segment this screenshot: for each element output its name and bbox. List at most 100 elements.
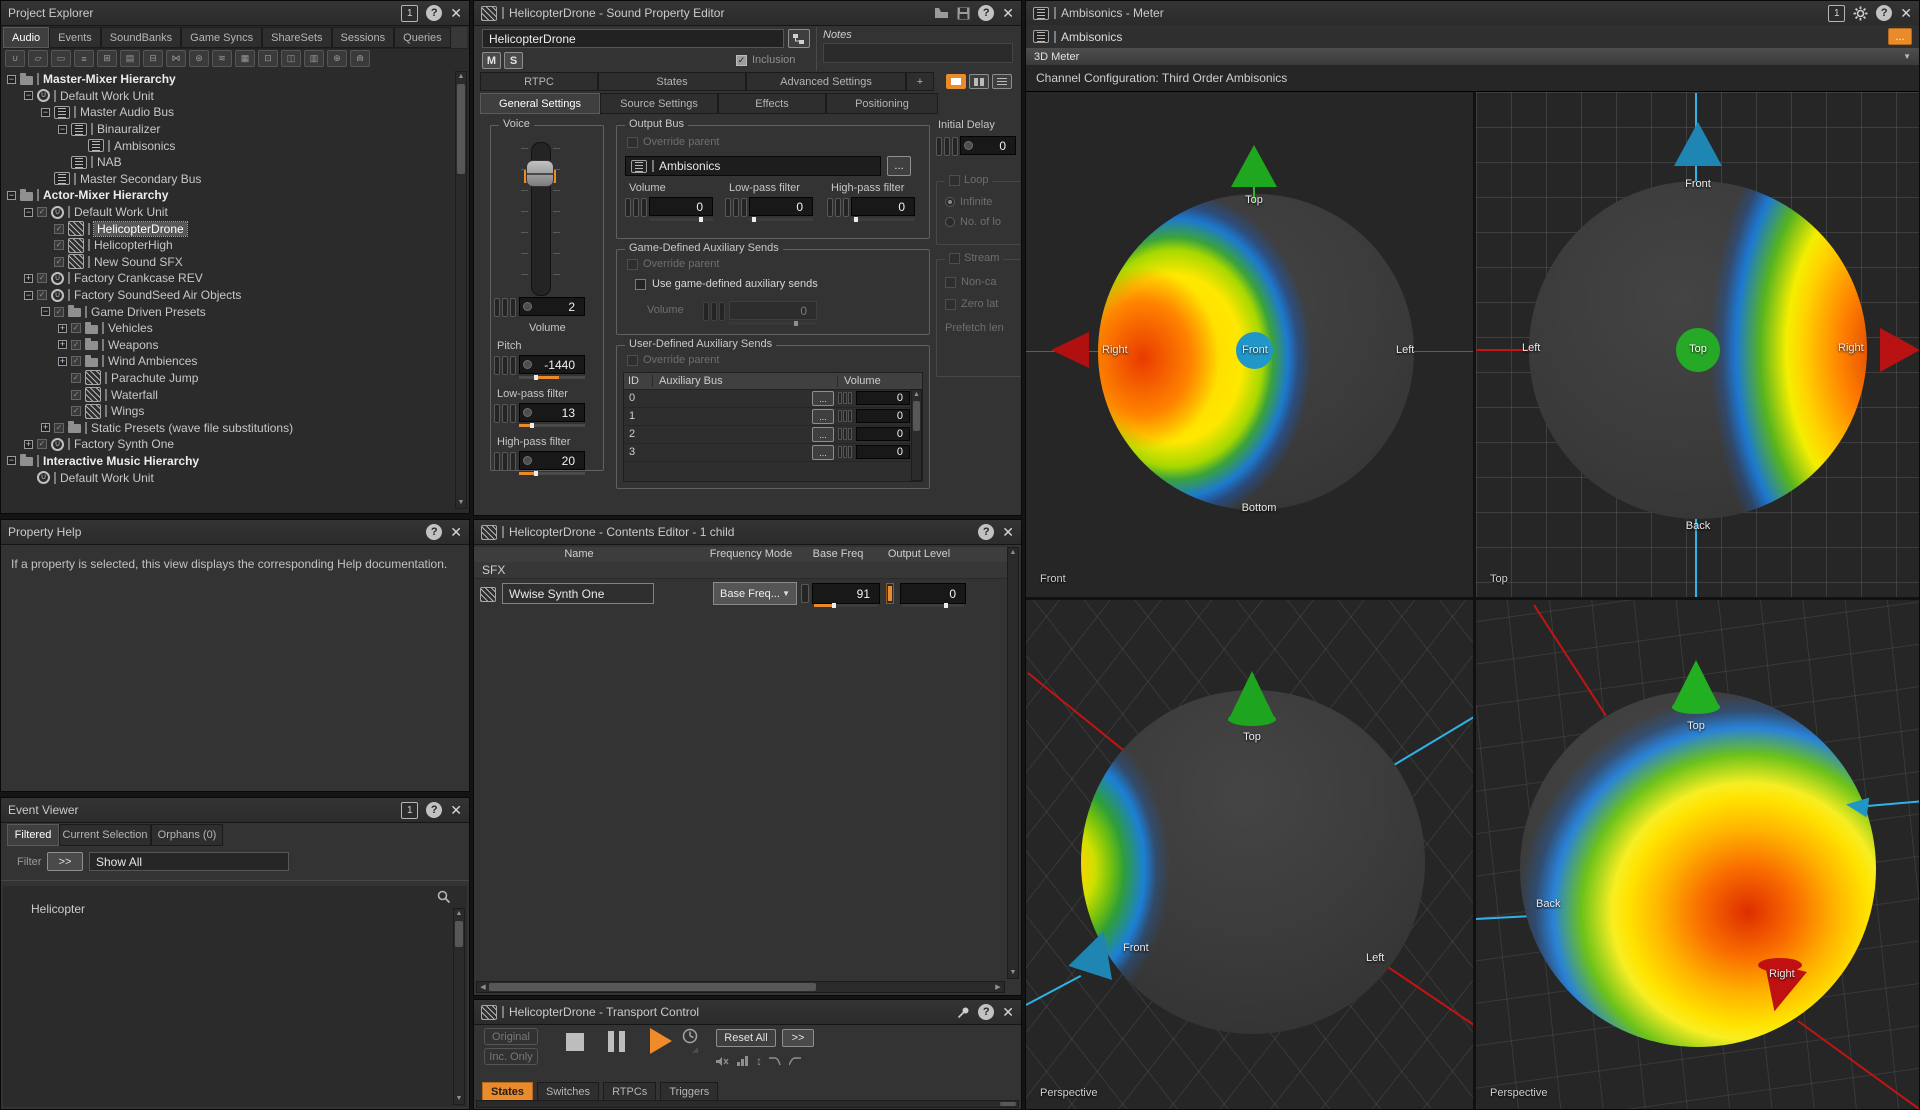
- tab-rtpcs[interactable]: RTPCs: [603, 1082, 656, 1101]
- tab-advanced-settings[interactable]: Advanced Settings: [746, 72, 906, 91]
- close-icon[interactable]: ✕: [1002, 525, 1014, 539]
- tab-current-selection[interactable]: Current Selection: [59, 824, 151, 846]
- column-header-base-freq[interactable]: Base Freq: [813, 548, 864, 560]
- tree-item[interactable]: −Actor-Mixer Hierarchy: [3, 187, 455, 204]
- original-button[interactable]: Original: [484, 1028, 538, 1045]
- stop-button[interactable]: [566, 1033, 584, 1051]
- bus-browse-button[interactable]: ...: [887, 156, 911, 176]
- tree-item[interactable]: −Interactive Music Hierarchy: [3, 453, 455, 470]
- column-header-frequency-mode[interactable]: Frequency Mode: [710, 548, 793, 560]
- bus-lpf-sliders-icon[interactable]: [725, 198, 747, 217]
- search-icon[interactable]: [437, 890, 451, 904]
- bus-volume-sliders-icon[interactable]: [625, 198, 647, 217]
- aux-table-scrollbar[interactable]: ▲: [911, 389, 922, 481]
- tab-soundbanks[interactable]: SoundBanks: [101, 27, 181, 48]
- level-bars-icon[interactable]: [737, 1056, 749, 1066]
- gear-icon[interactable]: [1853, 6, 1868, 21]
- inclusion-checkbox[interactable]: ✓: [37, 273, 47, 283]
- tree-item[interactable]: ✓HelicopterDrone: [3, 220, 455, 237]
- base-freq-sliders-icon[interactable]: [801, 584, 809, 603]
- initial-delay-field[interactable]: 0: [960, 136, 1016, 155]
- inclusion-checkbox[interactable]: ✓: [37, 439, 47, 449]
- open-folder-icon[interactable]: [934, 7, 949, 19]
- pitch-field[interactable]: -1440: [519, 355, 585, 374]
- meter-perspective-left-view[interactable]: Top Front Left Perspective: [1026, 600, 1473, 1110]
- inclusion-checkbox[interactable]: ✓: [71, 356, 81, 366]
- dialogue-icon[interactable]: ◫: [281, 50, 301, 67]
- lpf-field[interactable]: 13: [519, 403, 585, 422]
- collapse-icon[interactable]: −: [24, 291, 33, 300]
- infinite-radio[interactable]: [945, 197, 955, 207]
- sequence-icon[interactable]: ≋: [212, 50, 232, 67]
- aux-volume-sliders-icon[interactable]: [838, 446, 852, 458]
- collapse-icon[interactable]: −: [7, 191, 16, 200]
- expand-icon[interactable]: +: [58, 340, 67, 349]
- inclusion-checkbox[interactable]: ✓: [54, 224, 64, 234]
- inclusion-checkbox[interactable]: ✓: [54, 423, 64, 433]
- aux-browse-button[interactable]: ...: [812, 445, 834, 460]
- loop-count-radio[interactable]: [945, 217, 955, 227]
- output-level-field[interactable]: 0: [900, 583, 966, 604]
- aux-browse-button[interactable]: ...: [812, 409, 834, 424]
- help-icon[interactable]: ?: [978, 524, 994, 540]
- help-icon[interactable]: ?: [1876, 5, 1892, 21]
- meter-browse-button[interactable]: ...: [1888, 28, 1912, 45]
- contents-v-scrollbar[interactable]: ▲ ▼: [1007, 547, 1019, 979]
- inclusion-checkbox[interactable]: ✓: [71, 406, 81, 416]
- collapse-icon[interactable]: −: [58, 125, 67, 134]
- pitch-range-icon[interactable]: ↕: [756, 1054, 762, 1068]
- save-icon[interactable]: [957, 7, 970, 20]
- tree-scrollbar[interactable]: ▲ ▼: [455, 71, 467, 509]
- col-volume[interactable]: Volume: [838, 375, 922, 387]
- meter-perspective-right-view[interactable]: Top Back Right Perspective: [1476, 600, 1920, 1110]
- matrix-icon[interactable]: ⊕: [327, 50, 347, 67]
- collapse-icon[interactable]: −: [41, 108, 50, 117]
- layout-single-button[interactable]: [946, 74, 966, 89]
- mute-button[interactable]: M: [482, 52, 501, 69]
- mixer-icon[interactable]: ≡: [74, 50, 94, 67]
- close-icon[interactable]: ✕: [1002, 6, 1014, 20]
- collapse-icon[interactable]: −: [24, 208, 33, 217]
- highpass-curve-icon[interactable]: [789, 1056, 802, 1066]
- help-icon[interactable]: ?: [426, 5, 442, 21]
- tree-item[interactable]: ✓New Sound SFX: [3, 254, 455, 271]
- contents-h-scrollbar[interactable]: ◀ ▶: [476, 981, 1005, 993]
- tab-rtpc[interactable]: RTPC: [480, 72, 598, 91]
- inclusion-checkbox[interactable]: ✓: [54, 240, 64, 250]
- event-list-scrollbar[interactable]: ▲ ▼: [453, 908, 465, 1105]
- tree-item[interactable]: +✓Vehicles: [3, 320, 455, 337]
- bus-hpf-field[interactable]: 0: [851, 197, 915, 216]
- expand-icon[interactable]: +: [58, 357, 67, 366]
- tab-source-settings[interactable]: Source Settings: [600, 93, 718, 114]
- help-icon[interactable]: ?: [978, 1004, 994, 1020]
- column-header-output-level[interactable]: Output Level: [888, 548, 950, 560]
- inclusion-checkbox[interactable]: ✓: [71, 323, 81, 333]
- expand-icon[interactable]: +: [24, 274, 33, 283]
- inclusion-checkbox[interactable]: ✓: [37, 290, 47, 300]
- aux-volume-field[interactable]: 0: [856, 445, 910, 459]
- close-icon[interactable]: ✕: [1900, 6, 1912, 20]
- tree-item[interactable]: +✓Static Presets (wave file substitution…: [3, 419, 455, 436]
- workunit-icon[interactable]: ∪: [5, 50, 25, 67]
- folder2-icon[interactable]: ▭: [51, 50, 71, 67]
- collapse-icon[interactable]: −: [7, 456, 16, 465]
- dock-number-icon[interactable]: 1: [401, 802, 418, 819]
- output-level-slider-icon[interactable]: [886, 583, 894, 604]
- aux-volume-sliders-icon[interactable]: [838, 410, 852, 422]
- reset-all-button[interactable]: Reset All: [716, 1029, 776, 1047]
- list-icon[interactable]: ▤: [120, 50, 140, 67]
- clip-icon[interactable]: ⋒: [350, 50, 370, 67]
- volume-sliders-icon[interactable]: [494, 298, 516, 317]
- collapse-icon[interactable]: −: [41, 307, 50, 316]
- tree-item[interactable]: +✓∪Factory Synth One: [3, 436, 455, 453]
- col-id[interactable]: ID: [624, 375, 653, 387]
- blend-icon[interactable]: ⊡: [258, 50, 278, 67]
- bus-lpf-field[interactable]: 0: [749, 197, 813, 216]
- child-name-field[interactable]: Wwise Synth One: [502, 583, 654, 604]
- tab-triggers[interactable]: Triggers: [660, 1082, 718, 1101]
- tree-item[interactable]: −✓∪Default Work Unit: [3, 204, 455, 221]
- tab-positioning[interactable]: Positioning: [826, 93, 938, 114]
- tab-general-settings[interactable]: General Settings: [480, 93, 600, 114]
- aux-browse-button[interactable]: ...: [812, 391, 834, 406]
- transport-bottom-strip[interactable]: [476, 1100, 1019, 1108]
